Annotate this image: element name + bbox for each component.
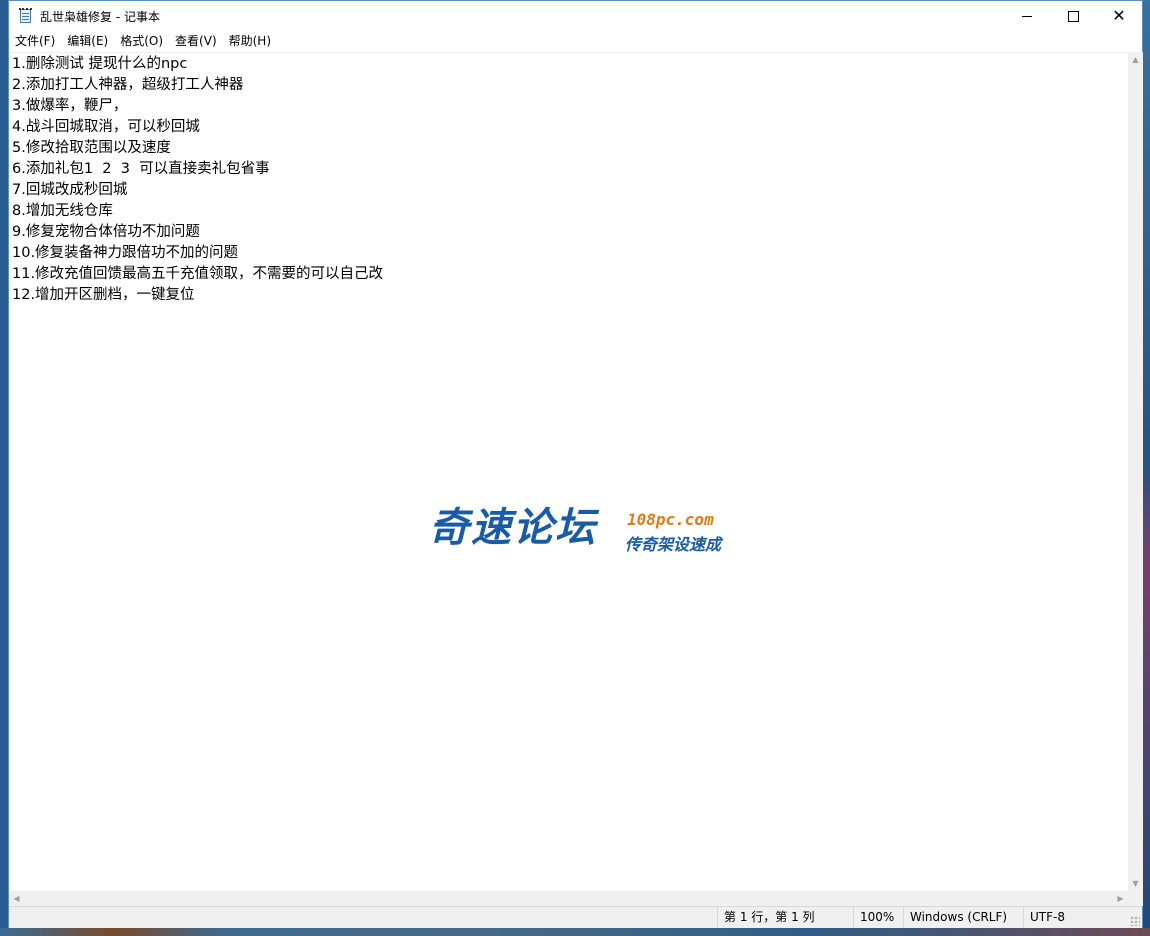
horizontal-scrollbar[interactable]: ◀ ▶ <box>9 891 1128 906</box>
editor-line: 4.战斗回城取消，可以秒回城 <box>12 119 200 135</box>
notepad-window: 乱世枭雄修复 - 记事本 ✕ 文件(F) 编辑(E) 格式(O) 查看(V) 帮… <box>8 0 1143 928</box>
menu-help[interactable]: 帮助(H) <box>223 31 277 51</box>
desktop-taskbar-strip <box>0 928 1150 936</box>
editor-line: 2.添加打工人神器，超级打工人神器 <box>12 77 244 93</box>
scroll-down-icon[interactable]: ▼ <box>1128 876 1143 891</box>
menu-view[interactable]: 查看(V) <box>169 31 223 51</box>
editor-line: 11.修改充值回馈最高五千充值领取，不需要的可以自己改 <box>12 266 384 282</box>
editor-content[interactable]: 1.删除测试 提现什么的npc 2.添加打工人神器，超级打工人神器 3.做爆率，… <box>12 54 383 306</box>
status-cursor-position: 第 1 行，第 1 列 <box>717 907 853 928</box>
vertical-scrollbar[interactable]: ▲ ▼ <box>1128 52 1143 891</box>
editor-line: 5.修改拾取范围以及速度 <box>12 140 171 156</box>
resize-grip-icon[interactable] <box>1130 916 1140 926</box>
editor-line: 3.做爆率，鞭尸， <box>12 98 128 114</box>
status-encoding: UTF-8 <box>1023 907 1129 928</box>
menu-edit[interactable]: 编辑(E) <box>61 31 114 51</box>
status-bar: 第 1 行，第 1 列 100% Windows (CRLF) UTF-8 <box>9 906 1142 928</box>
text-editor-area[interactable]: 1.删除测试 提现什么的npc 2.添加打工人神器，超级打工人神器 3.做爆率，… <box>9 52 1128 892</box>
watermark-url: 108pc.com <box>627 510 714 529</box>
status-line-ending: Windows (CRLF) <box>903 907 1023 928</box>
editor-line: 12.增加开区删档，一键复位 <box>12 287 195 303</box>
editor-line: 10.修复装备神力跟倍功不加的问题 <box>12 245 239 261</box>
notepad-icon[interactable] <box>18 8 34 24</box>
editor-line: 1.删除测试 提现什么的npc <box>12 56 188 72</box>
close-icon: ✕ <box>1112 6 1126 25</box>
scroll-right-icon[interactable]: ▶ <box>1113 891 1128 906</box>
scrollbar-corner <box>1128 891 1143 906</box>
editor-line: 8.增加无线仓库 <box>12 203 113 219</box>
desktop-background-right <box>1143 0 1150 936</box>
status-zoom: 100% <box>853 907 903 928</box>
scroll-up-icon[interactable]: ▲ <box>1128 52 1143 67</box>
minimize-button[interactable] <box>1004 1 1050 31</box>
watermark-main-text: 奇速论坛 <box>429 505 597 551</box>
title-bar[interactable]: 乱世枭雄修复 - 记事本 ✕ <box>9 1 1142 31</box>
minimize-icon <box>1022 15 1032 17</box>
maximize-button[interactable] <box>1050 1 1096 31</box>
watermark-subtitle: 传奇架设速成 <box>625 535 722 554</box>
watermark-logo: 奇速论坛 108pc.com 传奇架设速成 <box>429 503 729 555</box>
editor-line: 7.回城改成秒回城 <box>12 182 128 198</box>
close-button[interactable]: ✕ <box>1096 1 1142 31</box>
window-title: 乱世枭雄修复 - 记事本 <box>40 9 160 24</box>
menu-file[interactable]: 文件(F) <box>9 31 61 51</box>
maximize-icon <box>1067 10 1079 22</box>
editor-line: 9.修复宠物合体倍功不加问题 <box>12 224 200 240</box>
window-controls: ✕ <box>1004 1 1142 31</box>
menu-format[interactable]: 格式(O) <box>114 31 169 51</box>
editor-line: 6.添加礼包1 2 3 可以直接卖礼包省事 <box>12 161 270 177</box>
scroll-left-icon[interactable]: ◀ <box>9 891 24 906</box>
menu-bar: 文件(F) 编辑(E) 格式(O) 查看(V) 帮助(H) <box>9 31 1142 51</box>
